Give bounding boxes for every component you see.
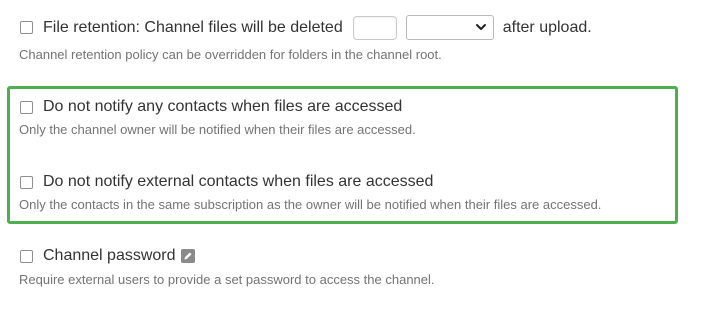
file-retention-after-label: after upload. [502,18,592,36]
file-retention-help: Channel retention policy can be overridd… [19,47,442,62]
notify-any-help: Only the channel owner will be notified … [19,122,416,137]
pencil-edit-icon[interactable] [180,249,195,263]
notify-any-label: Do not notify any contacts when files ar… [43,98,403,115]
retention-unit-select[interactable] [405,15,494,40]
file-retention-checkbox[interactable] [20,21,33,34]
notify-external-label: Do not notify external contacts when fil… [43,173,434,190]
notify-external-help: Only the contacts in the same subscripti… [19,197,602,212]
file-retention-row: File retention: Channel files will be de… [20,15,592,40]
notify-external-checkbox[interactable] [20,175,33,189]
retention-duration-input[interactable] [352,15,397,40]
channel-password-row: Channel password [20,246,195,266]
channel-password-label: Channel password [43,247,176,264]
notify-any-row: Do not notify any contacts when files ar… [20,97,402,117]
channel-password-checkbox[interactable] [20,249,33,263]
file-retention-label: File retention: Channel files will be de… [43,18,343,36]
notify-external-row: Do not notify external contacts when fil… [20,172,433,192]
chevron-down-icon [475,24,486,30]
notify-any-checkbox[interactable] [20,100,33,114]
channel-password-help: Require external users to provide a set … [19,272,435,287]
